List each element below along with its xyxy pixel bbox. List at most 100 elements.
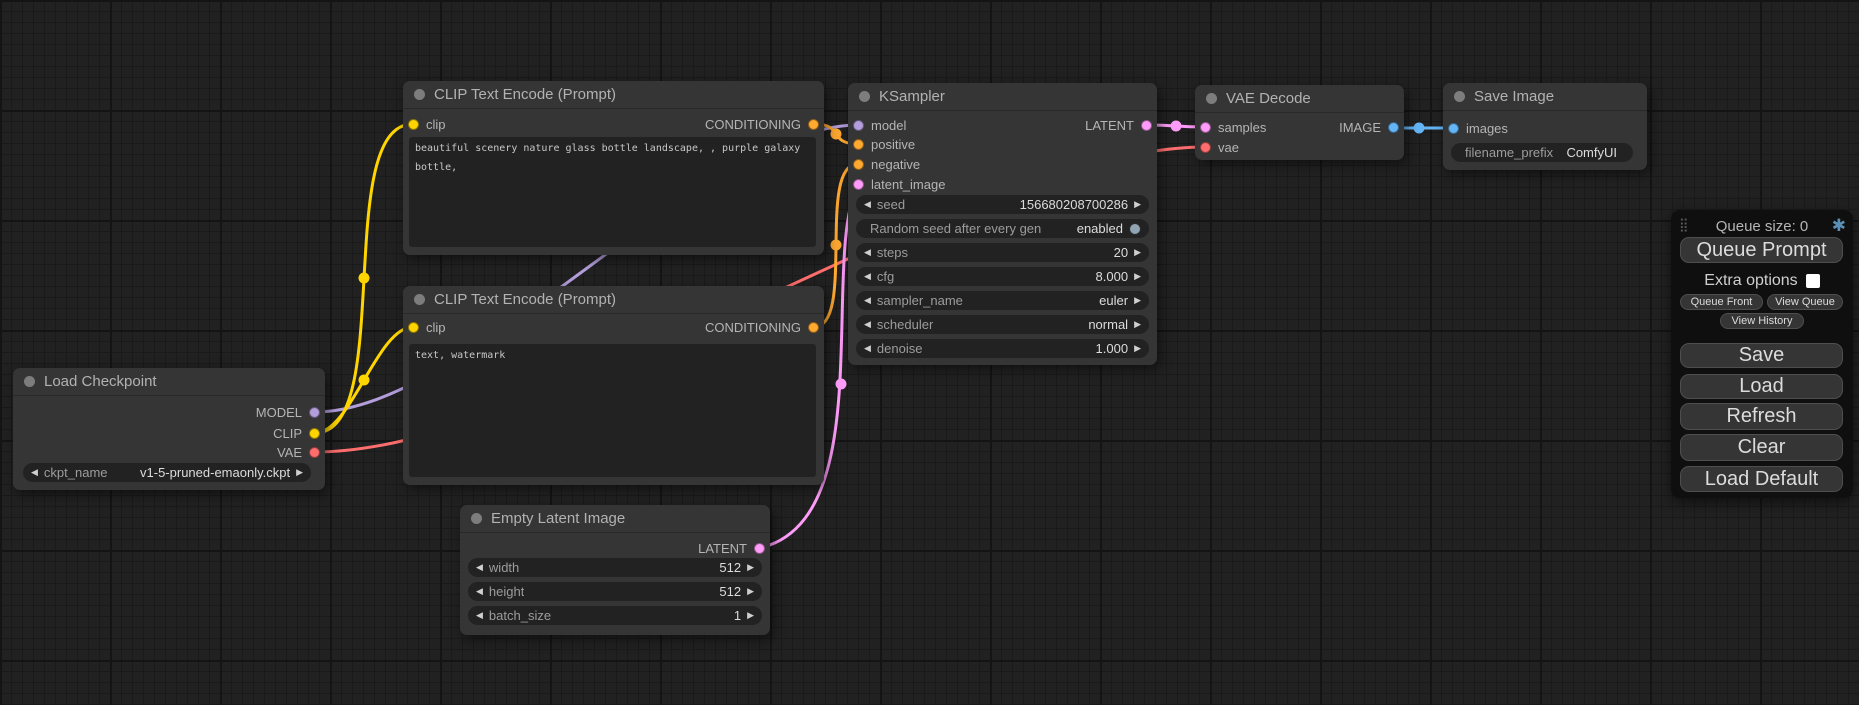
input-port-clip[interactable] bbox=[408, 322, 419, 333]
node-empty-latent-image[interactable]: Empty Latent Image LATENT ◀ width 512 ▶ … bbox=[460, 505, 770, 635]
clear-button[interactable]: Clear bbox=[1680, 434, 1843, 461]
input-port-model[interactable] bbox=[853, 120, 864, 131]
collapse-dot-icon[interactable] bbox=[414, 89, 425, 100]
widget-label: width bbox=[489, 560, 519, 575]
output-port-latent[interactable] bbox=[1141, 120, 1152, 131]
widget-value: v1-5-pruned-emaonly.ckpt bbox=[140, 465, 290, 480]
node-header[interactable]: VAE Decode bbox=[1195, 85, 1404, 113]
decrement-arrow-icon[interactable]: ◀ bbox=[864, 344, 871, 353]
width-widget[interactable]: ◀ width 512 ▶ bbox=[468, 558, 762, 577]
sampler-name-widget[interactable]: ◀ sampler_name euler ▶ bbox=[856, 291, 1149, 310]
prompt-textarea[interactable]: beautiful scenery nature glass bottle la… bbox=[409, 137, 816, 247]
increment-arrow-icon[interactable]: ▶ bbox=[296, 468, 303, 477]
collapse-dot-icon[interactable] bbox=[859, 91, 870, 102]
cfg-widget[interactable]: ◀ cfg 8.000 ▶ bbox=[856, 267, 1149, 286]
output-label: CONDITIONING bbox=[705, 117, 801, 132]
queue-prompt-button[interactable]: Queue Prompt bbox=[1680, 237, 1843, 263]
widget-value: enabled bbox=[1077, 221, 1123, 236]
decrement-arrow-icon[interactable]: ◀ bbox=[476, 563, 483, 572]
batch-size-widget[interactable]: ◀ batch_size 1 ▶ bbox=[468, 606, 762, 625]
scheduler-widget[interactable]: ◀ scheduler normal ▶ bbox=[856, 315, 1149, 334]
output-port-model[interactable] bbox=[309, 407, 320, 418]
save-button[interactable]: Save bbox=[1680, 343, 1843, 368]
steps-widget[interactable]: ◀ steps 20 ▶ bbox=[856, 243, 1149, 262]
node-load-checkpoint[interactable]: Load Checkpoint MODEL CLIP VAE ◀ ckpt_na… bbox=[13, 368, 325, 490]
node-header[interactable]: Empty Latent Image bbox=[460, 505, 770, 533]
decrement-arrow-icon[interactable]: ◀ bbox=[864, 200, 871, 209]
decrement-arrow-icon[interactable]: ◀ bbox=[864, 272, 871, 281]
collapse-dot-icon[interactable] bbox=[1454, 91, 1465, 102]
settings-gear-icon[interactable]: ✱ bbox=[1832, 216, 1846, 236]
height-widget[interactable]: ◀ height 512 ▶ bbox=[468, 582, 762, 601]
input-port-images[interactable] bbox=[1448, 123, 1459, 134]
view-queue-button[interactable]: View Queue bbox=[1767, 294, 1843, 310]
increment-arrow-icon[interactable]: ▶ bbox=[1134, 344, 1141, 353]
filename-prefix-widget[interactable]: filename_prefix ComfyUI bbox=[1451, 143, 1633, 162]
toggle-circle-icon[interactable] bbox=[1129, 223, 1141, 235]
decrement-arrow-icon[interactable]: ◀ bbox=[31, 468, 38, 477]
extra-options-checkbox[interactable] bbox=[1806, 274, 1820, 288]
drag-handle-icon[interactable]: ⣿ bbox=[1679, 217, 1689, 233]
node-ksampler[interactable]: KSampler model LATENT positive negative … bbox=[848, 83, 1157, 365]
increment-arrow-icon[interactable]: ▶ bbox=[1134, 320, 1141, 329]
input-port-samples[interactable] bbox=[1200, 122, 1211, 133]
output-port-conditioning[interactable] bbox=[808, 119, 819, 130]
output-port-conditioning[interactable] bbox=[808, 322, 819, 333]
increment-arrow-icon[interactable]: ▶ bbox=[1134, 200, 1141, 209]
increment-arrow-icon[interactable]: ▶ bbox=[1134, 272, 1141, 281]
load-default-button[interactable]: Load Default bbox=[1680, 466, 1843, 492]
node-header[interactable]: Load Checkpoint bbox=[13, 368, 325, 396]
decrement-arrow-icon[interactable]: ◀ bbox=[864, 248, 871, 257]
node-title: VAE Decode bbox=[1226, 90, 1311, 107]
node-header[interactable]: CLIP Text Encode (Prompt) bbox=[403, 81, 824, 109]
output-port-vae[interactable] bbox=[309, 447, 320, 458]
node-clip-text-encode-negative[interactable]: CLIP Text Encode (Prompt) clip CONDITION… bbox=[403, 286, 824, 485]
decrement-arrow-icon[interactable]: ◀ bbox=[864, 296, 871, 305]
increment-arrow-icon[interactable]: ▶ bbox=[747, 563, 754, 572]
input-port-latent-image[interactable] bbox=[853, 179, 864, 190]
widget-value: 1 bbox=[734, 608, 741, 623]
ckpt-name-widget[interactable]: ◀ ckpt_name v1-5-pruned-emaonly.ckpt ▶ bbox=[23, 463, 311, 482]
view-history-button[interactable]: View History bbox=[1720, 313, 1804, 329]
wire-clip-positive bbox=[315, 124, 413, 433]
collapse-dot-icon[interactable] bbox=[414, 294, 425, 305]
link-dot bbox=[359, 375, 370, 386]
input-port-positive[interactable] bbox=[853, 139, 864, 150]
decrement-arrow-icon[interactable]: ◀ bbox=[476, 611, 483, 620]
queue-front-button[interactable]: Queue Front bbox=[1680, 294, 1763, 310]
output-port-latent[interactable] bbox=[754, 543, 765, 554]
refresh-button[interactable]: Refresh bbox=[1680, 403, 1843, 430]
node-header[interactable]: Save Image bbox=[1443, 83, 1647, 111]
input-port-negative[interactable] bbox=[853, 159, 864, 170]
increment-arrow-icon[interactable]: ▶ bbox=[1134, 296, 1141, 305]
node-save-image[interactable]: Save Image images filename_prefix ComfyU… bbox=[1443, 83, 1647, 170]
input-port-clip[interactable] bbox=[408, 119, 419, 130]
node-vae-decode[interactable]: VAE Decode samples IMAGE vae bbox=[1195, 85, 1404, 160]
seed-widget[interactable]: ◀ seed 156680208700286 ▶ bbox=[856, 195, 1149, 214]
collapse-dot-icon[interactable] bbox=[24, 376, 35, 387]
node-clip-text-encode-positive[interactable]: CLIP Text Encode (Prompt) clip CONDITION… bbox=[403, 81, 824, 255]
widget-label: Random seed after every gen bbox=[870, 221, 1041, 236]
output-port-clip[interactable] bbox=[309, 428, 320, 439]
input-port-vae[interactable] bbox=[1200, 142, 1211, 153]
collapse-dot-icon[interactable] bbox=[471, 513, 482, 524]
output-label: LATENT bbox=[698, 541, 747, 556]
decrement-arrow-icon[interactable]: ◀ bbox=[476, 587, 483, 596]
decrement-arrow-icon[interactable]: ◀ bbox=[864, 320, 871, 329]
denoise-widget[interactable]: ◀ denoise 1.000 ▶ bbox=[856, 339, 1149, 358]
input-label: latent_image bbox=[871, 177, 945, 192]
collapse-dot-icon[interactable] bbox=[1206, 93, 1217, 104]
increment-arrow-icon[interactable]: ▶ bbox=[747, 587, 754, 596]
node-header[interactable]: KSampler bbox=[848, 83, 1157, 111]
output-port-image[interactable] bbox=[1388, 122, 1399, 133]
output-label: CLIP bbox=[273, 426, 302, 441]
node-header[interactable]: CLIP Text Encode (Prompt) bbox=[403, 286, 824, 314]
increment-arrow-icon[interactable]: ▶ bbox=[747, 611, 754, 620]
wire-clip-negative bbox=[315, 327, 413, 433]
increment-arrow-icon[interactable]: ▶ bbox=[1134, 248, 1141, 257]
random-seed-toggle[interactable]: Random seed after every gen enabled bbox=[856, 219, 1149, 238]
prompt-textarea[interactable]: text, watermark bbox=[409, 344, 816, 477]
widget-value: ComfyUI bbox=[1566, 145, 1617, 160]
input-label: negative bbox=[871, 157, 920, 172]
load-button[interactable]: Load bbox=[1680, 374, 1843, 399]
